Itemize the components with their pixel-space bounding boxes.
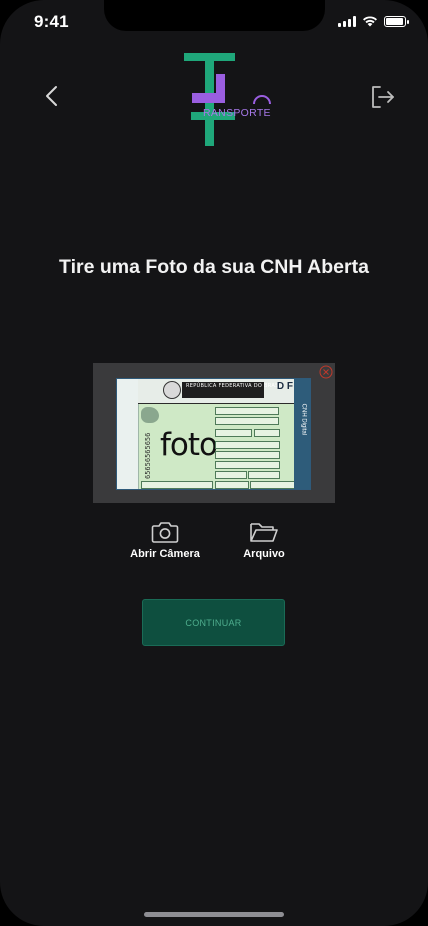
file-button[interactable]: Arquivo <box>224 520 304 560</box>
brasil-seal-icon <box>163 381 181 399</box>
cnh-number: 65656565656 <box>144 432 152 479</box>
file-label: Arquivo <box>243 548 285 560</box>
cnh-left-strip <box>117 379 139 489</box>
logout-icon <box>372 86 394 108</box>
status-time: 9:41 <box>34 12 69 31</box>
wifi-icon <box>363 16 377 27</box>
document-preview[interactable]: 65656565656 REPÚBLICA FEDERATIVA DO BRAS… <box>93 363 335 503</box>
photo-placeholder: foto <box>160 427 218 463</box>
close-icon <box>323 369 329 375</box>
cnh-side-band: CNH Digital <box>294 379 310 489</box>
logo-text: RANSPORTE <box>203 107 271 119</box>
cnh-header-text: REPÚBLICA FEDERATIVA DO BRASIL <box>186 383 284 389</box>
camera-icon <box>151 522 179 543</box>
cnh-state: D F <box>276 381 293 392</box>
cnh-card-image: 65656565656 REPÚBLICA FEDERATIVA DO BRAS… <box>116 378 311 490</box>
open-camera-label: Abrir Câmera <box>130 548 200 560</box>
cnh-digital-label: CNH Digital <box>300 403 306 435</box>
continue-button[interactable]: CONTINUAR <box>142 599 285 646</box>
back-button[interactable] <box>38 82 66 110</box>
folder-icon <box>250 523 278 542</box>
signal-icon <box>338 15 356 27</box>
app-logo <box>176 52 276 148</box>
notch <box>104 0 325 31</box>
status-icons <box>338 15 409 27</box>
open-camera-button[interactable]: Abrir Câmera <box>125 520 205 560</box>
logout-button[interactable] <box>370 84 396 110</box>
brazil-map-icon <box>141 407 159 423</box>
chevron-left-icon <box>46 86 57 106</box>
cnh-header: REPÚBLICA FEDERATIVA DO BRASIL D F <box>138 379 294 404</box>
remove-document-button[interactable] <box>319 365 333 379</box>
home-indicator <box>144 912 284 917</box>
battery-icon <box>384 15 409 27</box>
phone-screen: 9:41 RANSPORTE Tire uma Foto da sua CNH … <box>0 0 428 926</box>
page-title: Tire uma Foto da sua CNH Aberta <box>59 256 369 278</box>
